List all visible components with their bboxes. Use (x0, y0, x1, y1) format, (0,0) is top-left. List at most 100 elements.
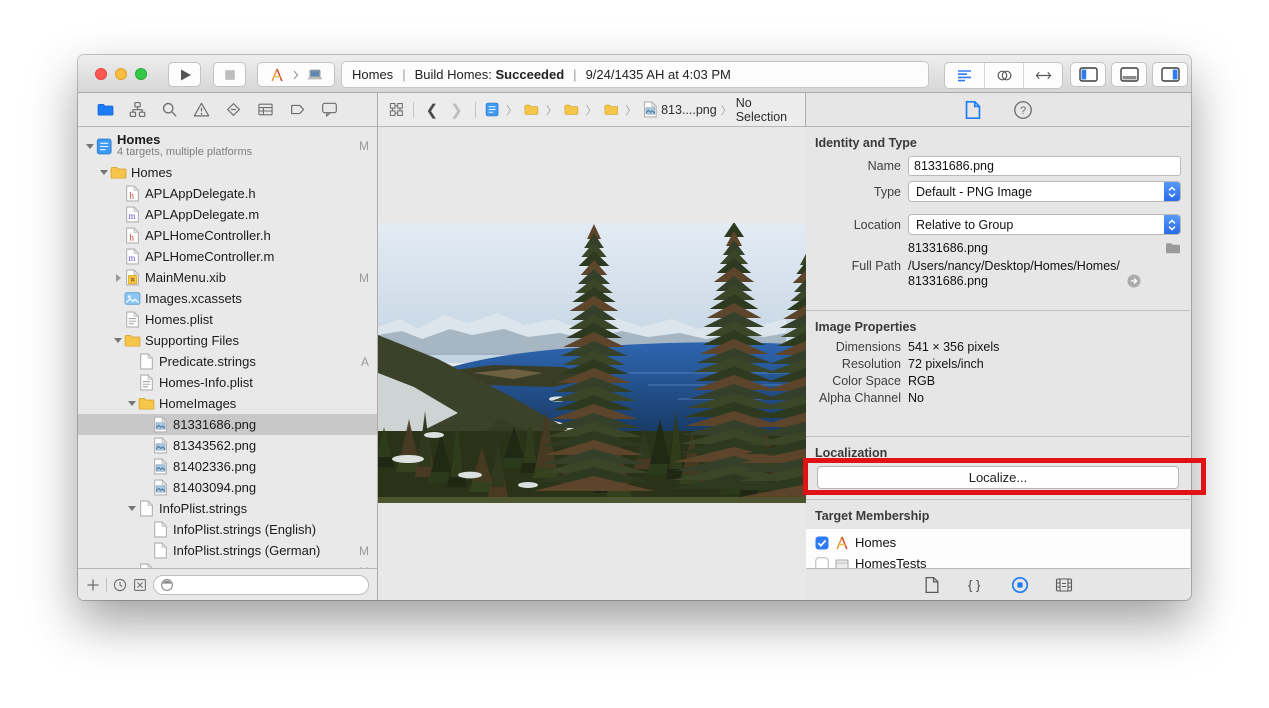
section-header: Localization (815, 446, 1181, 460)
file-label: Homes (131, 165, 172, 180)
scm-badge: A (361, 355, 369, 369)
related-items-icon[interactable] (389, 101, 404, 118)
disclosure-closed-icon[interactable] (112, 274, 124, 282)
scheme-selector[interactable] (257, 62, 335, 87)
minimize-button[interactable] (115, 68, 127, 80)
tree-row[interactable]: 81343562.png (78, 435, 377, 456)
folder-crumb-icon[interactable] (604, 101, 619, 118)
filter-field[interactable] (153, 575, 369, 595)
location-dropdown[interactable]: Relative to Group (908, 214, 1181, 235)
toggle-debug-area-button[interactable] (1111, 62, 1147, 87)
folder-crumb-icon[interactable] (564, 101, 579, 118)
breadcrumb-selection[interactable]: No Selection (736, 96, 797, 124)
folder-small-icon[interactable] (1165, 240, 1181, 256)
file-template-library-icon[interactable] (923, 576, 941, 594)
toggle-inspector-button[interactable] (1152, 62, 1188, 87)
recent-files-icon[interactable] (113, 578, 127, 592)
open-arrow-icon[interactable] (1126, 273, 1142, 289)
issue-navigator-icon[interactable] (192, 101, 210, 119)
breakpoint-navigator-icon[interactable] (288, 101, 306, 119)
tree-row[interactable]: HomeImages (78, 393, 377, 414)
tree-row[interactable]: mAPLAppDelegate.m (78, 204, 377, 225)
standard-editor-button[interactable] (945, 63, 984, 88)
quick-help-tab-icon[interactable]: ? (1013, 100, 1033, 120)
file-label: Homes.plist (145, 312, 213, 327)
disclosure-open-icon[interactable] (84, 144, 96, 149)
code-snippet-library-icon[interactable]: { } (967, 576, 985, 594)
folder-crumb-icon[interactable] (524, 101, 539, 118)
project-crumb-icon[interactable] (485, 101, 500, 118)
project-row[interactable]: Homes 4 targets, multiple platformsM (78, 130, 377, 162)
section-header: Target Membership (815, 509, 1181, 523)
search-navigator-icon[interactable] (160, 101, 178, 119)
tree-row[interactable]: Predicate.stringsA (78, 351, 377, 372)
file-label: Images.xcassets (145, 291, 242, 306)
forward-button[interactable]: ❯ (444, 101, 469, 119)
object-library-icon[interactable] (1011, 576, 1029, 594)
media-library-icon[interactable] (1055, 576, 1073, 594)
back-button[interactable]: ❮ (420, 101, 445, 119)
checkbox-checked[interactable] (815, 536, 829, 550)
tree-row[interactable]: Homes-Info.plist (78, 372, 377, 393)
file-inspector-tab-icon[interactable] (963, 100, 983, 120)
localization-section: Localization Localize... (806, 437, 1190, 500)
symbol-navigator-icon[interactable] (128, 101, 146, 119)
image-file-crumb-icon[interactable] (643, 101, 658, 118)
svg-text:h: h (129, 190, 134, 201)
run-button[interactable] (168, 62, 201, 87)
tree-row[interactable]: Images.xcassets (78, 288, 377, 309)
target-row: Homes (815, 532, 1181, 553)
close-button[interactable] (95, 68, 107, 80)
file-label: APLHomeController.m (145, 249, 274, 264)
localize-button[interactable]: Localize... (817, 466, 1179, 489)
svg-text:m: m (128, 211, 135, 221)
tree-row[interactable]: hAPLAppDelegate.h (78, 183, 377, 204)
tree-row[interactable]: InfoPlist.strings (German)M (78, 540, 377, 561)
scm-status-icon[interactable] (133, 578, 147, 592)
type-dropdown[interactable]: Default - PNG Image (908, 181, 1181, 202)
project-navigator-icon[interactable] (96, 101, 114, 119)
disclosure-open-icon[interactable] (126, 401, 138, 406)
file-label: InfoPlist.strings (German) (173, 543, 320, 558)
tree-row[interactable]: 81331686.png (78, 414, 377, 435)
window-titlebar[interactable]: Homes | Build Homes: Succeeded | 9/24/14… (78, 55, 1191, 93)
zoom-button[interactable] (135, 68, 147, 80)
tree-row[interactable]: M (78, 561, 377, 568)
image-properties-section: Image Properties Dimensions 541 × 356 pi… (806, 311, 1190, 437)
breadcrumb-file[interactable]: 813....png (661, 103, 717, 117)
toggle-navigator-button[interactable] (1070, 62, 1106, 87)
stop-button[interactable] (213, 62, 246, 87)
project-navigator-tree: Homes 4 targets, multiple platformsMHome… (78, 127, 377, 568)
assistant-editor-button[interactable] (984, 63, 1023, 88)
file-h-icon: h (124, 227, 141, 244)
tree-row[interactable]: Homes.plist (78, 309, 377, 330)
disclosure-open-icon[interactable] (98, 170, 110, 175)
test-navigator-icon[interactable] (224, 101, 242, 119)
debug-navigator-icon[interactable] (256, 101, 274, 119)
tree-row[interactable]: 81402336.png (78, 456, 377, 477)
report-navigator-icon[interactable] (320, 101, 338, 119)
tree-row[interactable]: MainMenu.xibM (78, 267, 377, 288)
tree-row[interactable]: Supporting Files (78, 330, 377, 351)
name-field[interactable] (908, 156, 1181, 176)
tree-row[interactable]: Homes (78, 162, 377, 183)
disclosure-open-icon[interactable] (126, 506, 138, 511)
xib-icon (124, 269, 141, 286)
tree-row[interactable]: mAPLHomeController.m (78, 246, 377, 267)
filter-input[interactable] (178, 578, 362, 592)
full-path-label: Full Path (815, 259, 901, 273)
scm-badge: M (359, 271, 369, 285)
my-mac-icon (307, 67, 324, 82)
folder-icon (110, 164, 127, 181)
project-name: Homes (117, 133, 252, 146)
tree-row[interactable]: 81403094.png (78, 477, 377, 498)
version-editor-button[interactable] (1023, 63, 1062, 88)
tree-row[interactable]: InfoPlist.strings (English) (78, 519, 377, 540)
tree-row[interactable]: hAPLHomeController.h (78, 225, 377, 246)
add-icon[interactable] (86, 578, 100, 592)
standard-editor-icon (956, 67, 973, 84)
stop-icon (222, 67, 238, 83)
svg-text:h: h (129, 232, 134, 243)
tree-row[interactable]: InfoPlist.strings (78, 498, 377, 519)
disclosure-open-icon[interactable] (112, 338, 124, 343)
